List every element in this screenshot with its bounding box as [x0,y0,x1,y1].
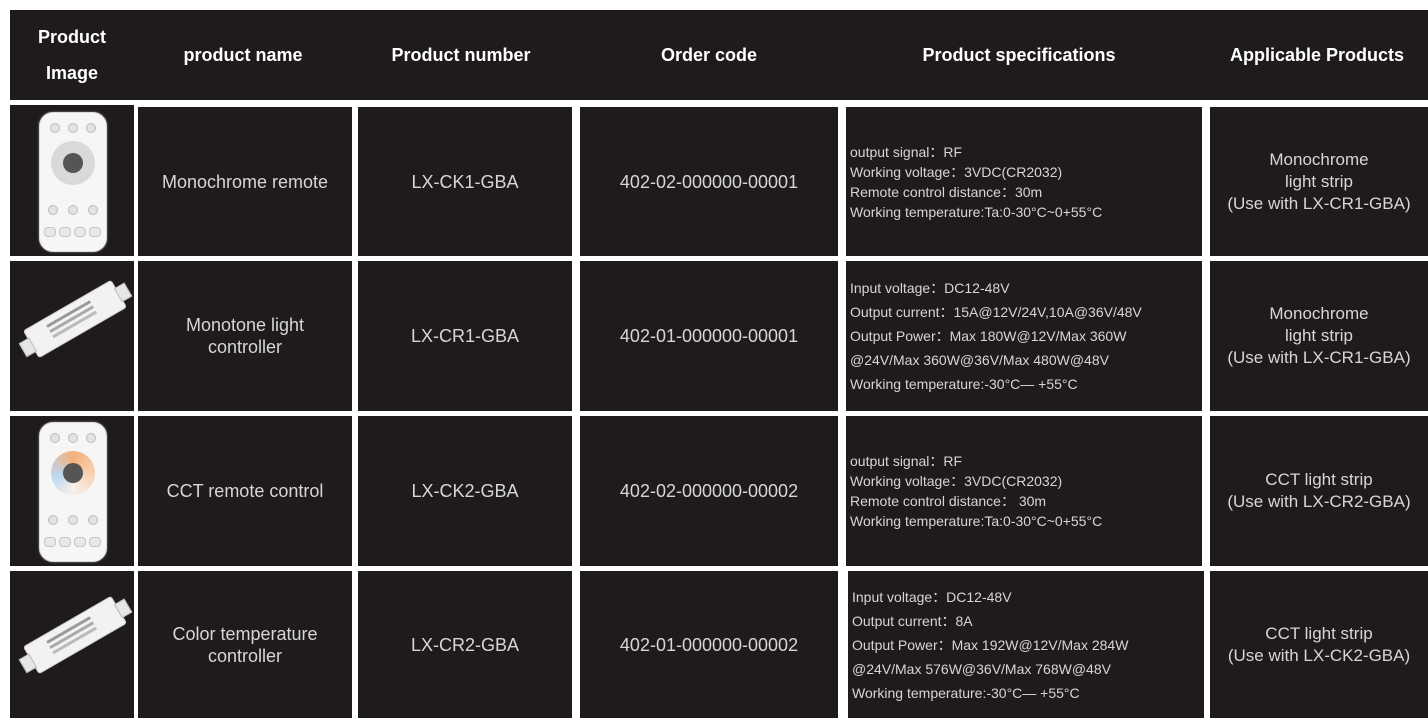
applicable-products-cell: CCT light strip (Use with LX-CR2-GBA) [1210,416,1428,566]
header-product-image: Product Image [37,27,106,83]
product-number-cell: LX-CK1-GBA [358,107,572,256]
product-name-cell: CCT remote control [138,416,352,566]
specifications-cell: Input voltage：DC12-48V Output current：8A O… [848,571,1204,718]
remote-control-image [39,112,107,252]
product-image-cell [10,261,134,411]
product-name-cell: Monotone light controller [138,261,352,411]
applicable-products-cell: Monochrome light strip (Use with LX-CR1-GB… [1210,107,1428,256]
header-applicable-products: Applicable Products [1229,45,1405,65]
controller-image [18,279,133,359]
specifications-cell: output signal：RF Working voltage：3VDC(CR2… [846,416,1202,566]
specifications-cell: output signal：RF Working voltage：3VDC(CR2… [846,107,1202,256]
controller-image [18,595,133,675]
product-name-cell: Monochrome remote [138,107,352,256]
product-number-cell: LX-CR1-GBA [358,261,572,411]
specifications-cell: Input voltage：DC12-48V Output current：15A… [846,261,1202,411]
product-number-cell: LX-CR2-GBA [358,571,572,718]
header-product-name: product name [183,45,303,65]
order-code-cell: 402-02-000000-00001 [580,107,838,256]
product-image-cell [10,571,134,718]
product-name-cell: Color temperature controller [138,571,352,718]
remote-control-image [39,422,107,562]
header-product-number: Product number [391,45,531,65]
product-image-cell [10,105,134,256]
header-order-code: Order code [660,45,758,65]
order-code-cell: 402-01-000000-00002 [580,571,838,718]
product-number-cell: LX-CK2-GBA [358,416,572,566]
order-code-cell: 402-02-000000-00002 [580,416,838,566]
applicable-products-cell: Monochrome light strip (Use with LX-CR1-GB… [1210,261,1428,411]
order-code-cell: 402-01-000000-00001 [580,261,838,411]
header-product-specifications: Product specifications [922,45,1116,65]
product-image-cell [10,416,134,566]
applicable-products-cell: CCT light strip (Use with LX-CK2-GBA) [1210,571,1428,718]
